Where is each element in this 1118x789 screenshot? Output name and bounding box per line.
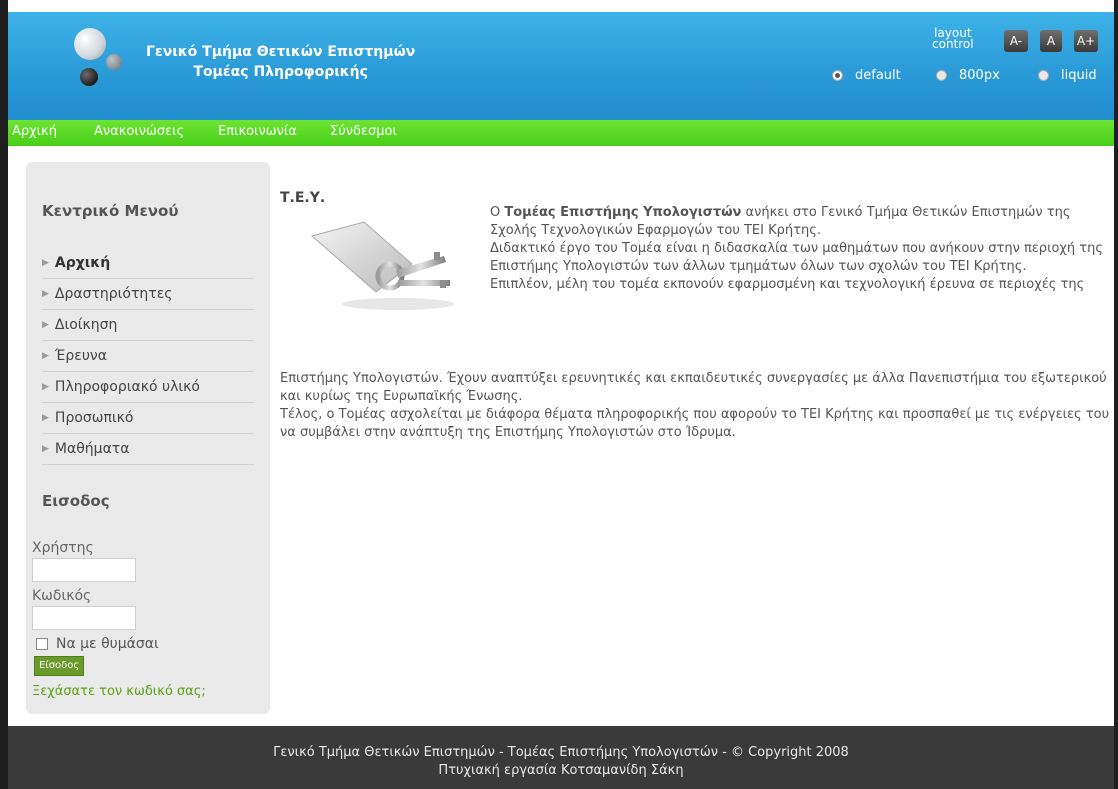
sidebar-item-courses[interactable]: ▶ Μαθήματα [42, 434, 254, 465]
login-button[interactable]: Είσοδος [34, 656, 85, 676]
password-label: Κωδικός [32, 588, 92, 604]
intro-bold: Τομέας Επιστήμης Υπολογιστών [504, 205, 742, 220]
triangle-right-icon: ▶ [42, 444, 49, 454]
window-frame-right [1114, 0, 1118, 789]
remember-me-label: Να με θυμάσαι [56, 636, 159, 652]
footer: Γενικό Τμήμα Θετικών Επιστημών - Τομέας … [8, 726, 1114, 789]
triangle-right-icon: ▶ [42, 258, 49, 268]
password-input[interactable] [32, 606, 136, 630]
window-frame-left [0, 0, 8, 789]
remember-me[interactable]: Να με θυμάσαι [36, 636, 159, 652]
site-title-line2: Τομέας Πληροφορικής [193, 64, 368, 80]
layout-option-800px[interactable]: 800px [936, 68, 1000, 83]
triangle-right-icon: ▶ [42, 320, 49, 330]
sidebar: Κεντρικό Μενού ▶ Αρχική ▶ Δραστηριότητες ▶… [26, 162, 270, 714]
username-input[interactable] [32, 558, 136, 582]
font-size-decrease-button[interactable]: A- [1004, 30, 1028, 52]
footer-line2: Πτυχιακή εργασία Κοτσαμανίδη Σάκη [438, 763, 684, 778]
sidebar-item-administration[interactable]: ▶ Διοίκηση [42, 310, 254, 341]
sidebar-item-label: Προσωπικό [54, 410, 134, 426]
triangle-right-icon: ▶ [42, 413, 49, 423]
forgot-password-link[interactable]: Ξεχάσατε τον κωδικό σας; [32, 684, 206, 699]
sidebar-item-activities[interactable]: ▶ Δραστηριότητες [42, 279, 254, 310]
page-title: Τ.Ε.Υ. [280, 190, 326, 206]
site-title-line1: Γενικό Τμήμα Θετικών Επιστημών [146, 44, 416, 60]
font-size-increase-button[interactable]: A+ [1074, 30, 1098, 52]
radio-selected-icon [832, 70, 843, 81]
intro-text-right: Ο Τομέας Επιστήμης Υπολογιστών ανήκει στ… [490, 204, 1110, 294]
logo-ball-dark [80, 68, 98, 86]
sidebar-item-label: Δραστηριότητες [54, 286, 173, 302]
header: Γενικό Τμήμα Θετικών Επιστημών Τομέας Πλ… [8, 12, 1114, 130]
sidebar-item-label: Έρευνα [54, 348, 107, 364]
intro-text-full: Επιστήμης Υπολογιστών. Έχουν αναπτύξει ε… [280, 370, 1114, 442]
remember-me-checkbox[interactable] [36, 638, 48, 650]
radio-icon [1038, 70, 1049, 81]
paragraph-4: Επιστήμης Υπολογιστών. Έχουν αναπτύξει ε… [280, 371, 1107, 404]
sidebar-item-research[interactable]: ▶ Έρευνα [42, 341, 254, 372]
main-content: Τ.Ε.Υ. Ο Τομέας Επιστήμης Υπολογιστών αν… [280, 186, 1114, 486]
layout-option-800px-label: 800px [959, 68, 1000, 83]
login-heading: Εισοδος [42, 492, 110, 510]
site-logo[interactable] [64, 28, 134, 98]
radio-icon [936, 70, 947, 81]
paragraph-2: Διδακτικό έργο του Τομέα είναι η διδασκα… [490, 241, 1103, 274]
sidebar-item-label: Μαθήματα [54, 441, 130, 457]
triangle-right-icon: ▶ [42, 289, 49, 299]
header-top-band [8, 0, 1114, 12]
layout-option-default[interactable]: default [832, 68, 901, 83]
triangle-right-icon: ▶ [42, 351, 49, 361]
sidebar-item-home[interactable]: ▶ Αρχική [42, 248, 254, 279]
main-menu-heading: Κεντρικό Μενού [42, 202, 179, 220]
layout-control-label: layout control [932, 26, 974, 51]
layout-option-liquid-label: liquid [1061, 68, 1097, 83]
paragraph-5: Τέλος, ο Τομέας ασχολείται με διάφορα θέ… [280, 407, 1110, 440]
font-size-reset-button[interactable]: A [1040, 30, 1062, 52]
site-title: Γενικό Τμήμα Θετικών Επιστημών Τομέας Πλ… [146, 42, 415, 82]
paragraph-3: Επιπλέον, μέλη του τομέα εκπονούν εφαρμο… [490, 277, 1085, 292]
sidebar-item-label: Πληροφοριακό υλικό [54, 379, 200, 395]
page: Γενικό Τμήμα Θετικών Επιστημών Τομέας Πλ… [8, 0, 1114, 789]
nav-item-home[interactable]: Αρχική [12, 124, 57, 139]
keys-image [310, 221, 454, 310]
layout-option-liquid[interactable]: liquid [1038, 68, 1097, 83]
layout-option-default-label: default [855, 68, 901, 83]
footer-line1: Γενικό Τμήμα Θετικών Επιστημών - Τομέας … [273, 745, 849, 760]
logo-ball-large [74, 28, 106, 60]
triangle-right-icon: ▶ [42, 382, 49, 392]
intro-pre: Ο [490, 205, 505, 220]
sidebar-item-label: Αρχική [54, 255, 111, 271]
nav-item-links[interactable]: Σύνδεσμοι [330, 124, 397, 139]
username-label: Χρήστης [32, 540, 94, 556]
nav-item-announcements[interactable]: Ανακοινώσεις [94, 124, 184, 139]
sidebar-item-staff[interactable]: ▶ Προσωπικό [42, 403, 254, 434]
nav-item-contact[interactable]: Επικοινωνία [218, 124, 297, 139]
sidebar-item-info-material[interactable]: ▶ Πληροφοριακό υλικό [42, 372, 254, 403]
sidebar-item-label: Διοίκηση [54, 317, 118, 333]
logo-ball-small [106, 54, 122, 70]
top-navbar: Αρχική Ανακοινώσεις Επικοινωνία Σύνδεσμο… [8, 120, 1114, 146]
